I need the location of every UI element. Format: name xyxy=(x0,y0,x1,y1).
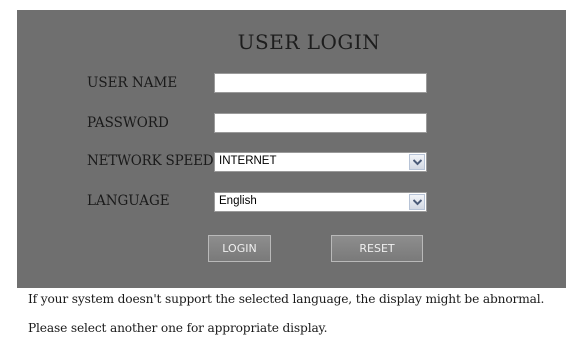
password-label: PASSWORD xyxy=(87,115,169,131)
user-name-input[interactable] xyxy=(214,73,427,93)
language-label: LANGUAGE xyxy=(87,193,170,209)
language-select[interactable]: English xyxy=(214,192,427,212)
password-input[interactable] xyxy=(214,113,427,133)
language-value: English xyxy=(219,195,257,207)
language-notice-line-2: Please select another one for appropriat… xyxy=(28,321,328,335)
network-speed-select[interactable]: INTERNET xyxy=(214,152,427,172)
user-name-label: USER NAME xyxy=(87,75,178,91)
page-title: USER LOGIN xyxy=(237,30,381,54)
network-speed-label: NETWORK SPEED xyxy=(87,153,214,169)
language-notice-line-1: If your system doesn't support the selec… xyxy=(28,292,545,306)
chevron-down-icon[interactable] xyxy=(409,194,425,210)
network-speed-value: INTERNET xyxy=(219,155,277,167)
chevron-down-icon[interactable] xyxy=(409,154,425,170)
login-button[interactable]: LOGIN xyxy=(208,235,271,262)
reset-button[interactable]: RESET xyxy=(331,235,423,262)
login-screen: USER LOGIN USER NAME PASSWORD NETWORK SP… xyxy=(0,0,569,347)
